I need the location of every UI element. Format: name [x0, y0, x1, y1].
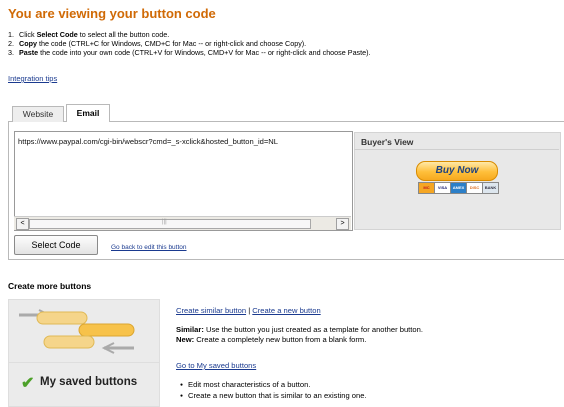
create-buttons-graphic[interactable] [8, 299, 160, 363]
scroll-grip-icon: ||| [162, 219, 167, 225]
section-title: Create more buttons [8, 281, 92, 291]
visa-icon: VISA [434, 182, 451, 194]
list-item: Edit most characteristics of a button. [176, 380, 367, 391]
list-item: Create a new button that is similar to a… [176, 391, 367, 402]
page-title: You are viewing your button code [8, 6, 216, 21]
checkmark-icon: ✔ [21, 375, 35, 392]
create-new-link[interactable]: Create a new button [252, 306, 320, 315]
create-descriptions: Similar: Use the button you just created… [176, 325, 423, 344]
divider [354, 149, 559, 150]
mastercard-icon: MC [418, 182, 435, 194]
link-separator: | [248, 306, 251, 315]
scroll-thumb[interactable]: ||| [29, 219, 311, 229]
instruction-step: 3. Paste the code into your own code (CTR… [8, 48, 371, 57]
bank-icon: BANK [482, 182, 499, 194]
instruction-step: 2. Copy the code (CTRL+C for Windows, CMD… [8, 39, 307, 48]
create-links: Create similar button | Create a new but… [176, 306, 321, 315]
instruction-step: 1. Click Select Code to select all the bu… [8, 30, 170, 39]
code-text: https://www.paypal.com/cgi-bin/webscr?cm… [18, 137, 279, 146]
tab-website[interactable]: Website [12, 106, 64, 122]
instruction-list: 1. Click Select Code to select all the bu… [8, 30, 558, 57]
discover-icon: DISC [466, 182, 483, 194]
scroll-left-icon[interactable]: < [16, 218, 29, 230]
select-code-button[interactable]: Select Code [14, 235, 98, 255]
my-saved-buttons-label: My saved buttons [40, 376, 138, 388]
back-to-edit-link[interactable]: Go back to edit this button [111, 244, 187, 251]
go-to-saved-buttons-link[interactable]: Go to My saved buttons [176, 361, 256, 370]
buy-now-button-preview[interactable]: Buy Now [416, 161, 498, 181]
tab-email[interactable]: Email [66, 104, 110, 122]
saved-buttons-features: Edit most characteristics of a button. C… [176, 380, 367, 402]
scroll-right-icon[interactable]: > [336, 218, 349, 230]
integration-tips-link[interactable]: Integration tips [8, 74, 57, 83]
buyer-view-title: Buyer's View [361, 137, 414, 147]
amex-icon: AMEX [450, 182, 467, 194]
create-similar-link[interactable]: Create similar button [176, 306, 246, 315]
buttons-arrows-icon [19, 309, 135, 354]
horizontal-scrollbar[interactable]: < ||| > [14, 216, 351, 230]
